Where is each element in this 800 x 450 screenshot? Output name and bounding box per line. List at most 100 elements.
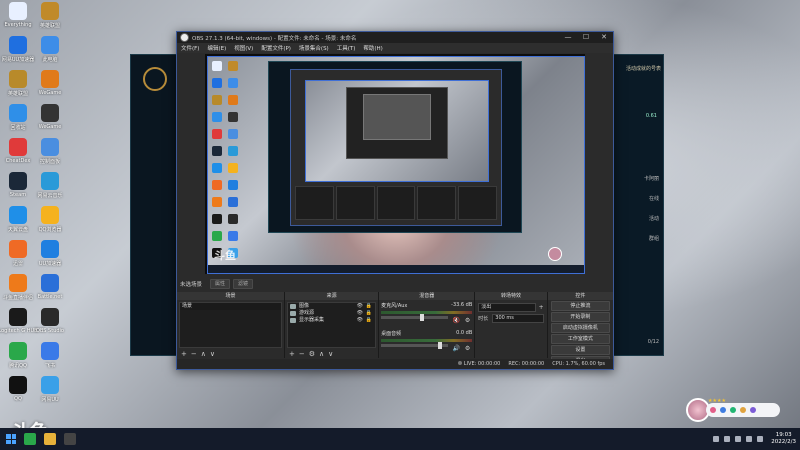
lock-icon[interactable]: 🔒 [366,310,372,317]
chevron-up-icon[interactable] [713,436,720,442]
desktop-shortcut[interactable]: 英雄联盟 [2,70,34,97]
preview-canvas[interactable]: 斗鱼 [205,54,585,274]
desktop-shortcut[interactable]: QQ浏览器 [34,206,66,233]
windows-start-icon[interactable] [6,434,16,444]
move-source-up-button[interactable]: ∧ [319,350,324,358]
scene-item[interactable]: 场景 [180,303,282,310]
menu-edit[interactable]: 编辑(E) [207,44,226,52]
maximize-button[interactable]: ☐ [577,32,595,43]
volume-slider-knob[interactable] [420,314,425,321]
desktop-shortcut[interactable]: 英雄联盟 [34,2,66,29]
speaker-icon[interactable]: 🔊 [453,345,460,352]
source-name: 游戏源 [299,310,315,316]
mute-icon[interactable]: 🔇 [453,317,460,324]
microphone-icon[interactable] [746,436,753,442]
move-scene-up-button[interactable]: ∧ [201,350,206,358]
visibility-eye-icon[interactable]: 👁 [357,317,363,324]
volume-slider-knob[interactable] [438,342,443,349]
properties-button[interactable]: 属性 [210,279,231,289]
close-button[interactable]: ✕ [595,32,613,43]
lock-icon[interactable]: 🔒 [366,303,372,310]
source-item[interactable]: 显示器采集 👁 🔒 [288,317,375,324]
stop-streaming-button[interactable]: 停止推流 [550,301,611,311]
lol-row[interactable]: 卡阿丽 [617,175,659,182]
lol-row[interactable]: 活动 [617,215,659,222]
source-item[interactable]: 游戏源 👁 🔒 [288,310,375,317]
studio-mode-button[interactable]: 工作室模式 [550,334,611,344]
transition-type-select[interactable]: 淡出 [478,302,536,312]
explorer-icon[interactable] [44,433,56,445]
desktop-shortcut[interactable]: WeGame [34,104,66,130]
scenes-list[interactable]: 场景 [179,302,283,348]
visibility-eye-icon[interactable]: 👁 [357,303,363,310]
volume-slider[interactable] [381,314,449,321]
gear-icon[interactable]: ⚙ [465,345,470,352]
remove-scene-button[interactable]: − [191,350,197,358]
desktop-shortcut[interactable]: 控制面板 [34,138,66,165]
obs-window[interactable]: OBS 27.1.3 (64-bit, windows) - 配置文件: 未命名… [176,31,614,370]
wechat-icon[interactable] [24,433,36,445]
toolbar-dot-icon[interactable] [750,407,756,413]
remove-source-button[interactable]: − [299,350,305,358]
desktop-shortcut[interactable]: 网易云音乐 [34,172,66,199]
desktop-shortcut[interactable]: Steam [2,172,34,198]
desktop-shortcut[interactable]: Logitech G HUB [0,308,38,334]
toolbar-dot-icon[interactable] [720,407,726,413]
channel-name: 麦克风/Aux [381,303,408,309]
source-item[interactable]: 图像 👁 🔒 [288,303,375,310]
desktop-shortcut[interactable]: QQ [2,376,34,402]
menu-view[interactable]: 视图(V) [234,44,253,52]
title-bar[interactable]: OBS 27.1.3 (64-bit, windows) - 配置文件: 未命名… [177,32,613,43]
menu-help[interactable]: 帮助(H) [363,44,382,52]
desktop-shortcut[interactable]: 此电脑 [34,36,66,63]
move-scene-down-button[interactable]: ∨ [210,350,215,358]
desktop-shortcut[interactable]: 网易UU加速器 [2,36,34,63]
menu-scene-collection[interactable]: 场景集合(S) [299,44,329,52]
obs-icon[interactable] [64,433,76,445]
start-recording-button[interactable]: 开始录制 [550,312,611,322]
desktop-shortcut[interactable]: 飞书 [34,342,66,369]
lol-row[interactable]: 在线 [617,195,659,202]
desktop-shortcut-label: 天翼云盘 [7,227,28,233]
add-source-button[interactable]: + [289,350,295,358]
desktop-shortcut[interactable]: OBS Studio [34,308,66,334]
sources-list[interactable]: 图像 👁 🔒 游戏源 👁 🔒 显示器采集 👁 🔒 [287,302,377,348]
menu-profile[interactable]: 配置文件(P) [261,44,291,52]
toolbar-dot-icon[interactable] [740,407,746,413]
desktop-shortcut[interactable]: 斗鱼直播伴侣 [2,274,34,301]
lock-icon[interactable]: 🔒 [366,317,372,324]
lol-row[interactable]: 群组 [617,235,659,242]
network-icon[interactable] [724,436,731,442]
filters-button[interactable]: 滤镜 [233,279,254,289]
volume-icon[interactable] [735,436,742,442]
minimize-button[interactable]: — [559,32,577,43]
start-virtual-camera-button[interactable]: 启动虚拟摄像机 [550,323,611,333]
source-properties-button[interactable]: ⚙ [309,350,315,358]
clock[interactable]: 19:03 2022/2/3 [771,432,796,446]
toolbar-dot-icon[interactable] [730,407,736,413]
duration-input[interactable]: 300 ms [492,313,544,323]
desktop-shortcut[interactable]: 腾讯QQ [2,342,34,369]
desktop-shortcut[interactable]: 天翼云盘 [2,206,34,233]
menu-tools[interactable]: 工具(T) [337,44,356,52]
toolbar-dot-icon[interactable] [710,407,716,413]
desktop-shortcut[interactable]: 网易UU [34,376,66,403]
move-source-down-button[interactable]: ∨ [328,350,333,358]
desktop-shortcut[interactable]: UU加速器 [34,240,66,267]
floating-toolbar[interactable] [706,403,780,417]
desktop-shortcut[interactable]: 回收站 [2,104,34,131]
add-scene-button[interactable]: + [181,350,187,358]
no-scene-label: 未选场景 [180,282,203,288]
desktop-shortcut[interactable]: 迅雷 [2,240,34,267]
gear-icon[interactable]: ⚙ [465,317,470,324]
settings-button[interactable]: 设置 [550,345,611,355]
desktop-shortcut[interactable]: Battle.net [34,274,66,300]
desktop-shortcut[interactable]: WeGame [34,70,66,96]
desktop-shortcut[interactable]: CheatDex [2,138,34,164]
ime-icon[interactable] [757,436,764,442]
menu-file[interactable]: 文件(F) [181,44,199,52]
visibility-eye-icon[interactable]: 👁 [357,310,363,317]
add-transition-button[interactable]: + [539,304,544,311]
volume-slider[interactable] [381,342,449,349]
desktop-shortcut[interactable]: Everything [2,2,34,28]
